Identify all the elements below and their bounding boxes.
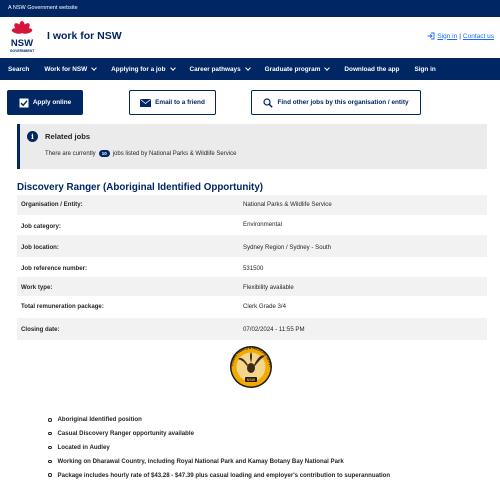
- related-jobs-text: There are currently 10 jobs listed by Na…: [45, 150, 236, 157]
- job-detail-value: Environmental: [243, 221, 282, 228]
- logo-subtext: GOVERNMENT: [10, 49, 35, 53]
- nav-item-career-pathways[interactable]: Career pathways: [189, 64, 251, 73]
- nav-item-label: Career pathways: [189, 65, 241, 73]
- job-detail-row: Organisation / Entity: National Parks & …: [17, 195, 487, 215]
- job-detail-label: Total remuneration package:: [21, 303, 104, 310]
- apply-online-label: Apply online: [32, 99, 72, 106]
- email-to-friend-button[interactable]: Email to a friend: [129, 90, 216, 115]
- job-detail-label: Job category:: [21, 223, 61, 230]
- email-to-friend-label: Email to a friend: [155, 99, 205, 106]
- list-item: Package includes hourly rate of $43.28 -…: [48, 468, 390, 482]
- nsw-government-logo[interactable]: NSW GOVERNMENT: [6, 20, 38, 54]
- job-highlights-list: Aboriginal Identified position Casual Di…: [48, 413, 390, 482]
- chevron-down-icon: [169, 64, 176, 71]
- info-icon: i: [27, 131, 38, 142]
- nav-item-label: Graduate program: [264, 65, 321, 73]
- related-jobs-count-badge[interactable]: 10: [98, 150, 110, 157]
- job-detail-label: Job location:: [21, 244, 59, 251]
- job-detail-row: Job location: Sydney Region / Sydney - S…: [17, 235, 487, 257]
- job-detail-label: Closing date:: [21, 326, 60, 333]
- government-banner-text: A NSW Government website: [8, 5, 78, 11]
- job-details-table: Organisation / Entity: National Parks & …: [17, 195, 487, 340]
- job-detail-label: Organisation / Entity:: [21, 201, 83, 208]
- bullet-icon: [48, 473, 52, 477]
- job-detail-row: Work type: Flexibility available: [17, 277, 487, 296]
- job-detail-row: Closing date: 07/02/2024 - 11:55 PM: [17, 318, 487, 340]
- bullet-icon: [48, 459, 52, 464]
- job-detail-row: Job category: Environmental: [17, 215, 487, 235]
- chevron-down-icon: [91, 64, 98, 71]
- npws-emblem: NATIONAL PARKS & WILDLIFE SERVICE NSW: [223, 340, 278, 389]
- site-title[interactable]: I work for NSW: [47, 30, 122, 42]
- job-detail-value: National Parks & Wildlife Service: [243, 201, 332, 208]
- checkbox-check-icon: [19, 98, 29, 107]
- bullet-icon: [48, 431, 52, 436]
- list-item-text: Working on Dharawal Country, including R…: [57, 457, 344, 465]
- list-item-text: Aboriginal Identified position: [57, 416, 142, 424]
- list-item: Working on Dharawal Country, including R…: [48, 454, 390, 468]
- sign-in-icon: [427, 32, 435, 40]
- nav-item-label: Applying for a job: [111, 65, 166, 73]
- site-header: NSW GOVERNMENT I work for NSW Sign in | …: [0, 17, 500, 56]
- job-detail-label: Job reference number:: [21, 265, 88, 272]
- related-jobs-text-after: jobs listed by National Parks & Wildlife…: [112, 150, 237, 157]
- nav-item-applying-for-a-job[interactable]: Applying for a job: [111, 64, 176, 73]
- nav-item-label: Download the app: [344, 65, 400, 73]
- find-other-jobs-label: Find other jobs by this organisation / e…: [277, 99, 409, 106]
- government-banner: A NSW Government website: [0, 0, 500, 17]
- chevron-down-icon: [244, 64, 251, 71]
- bullet-icon: [48, 418, 52, 422]
- logo-wordmark: NSW: [11, 38, 33, 49]
- list-item: Aboriginal Identified position: [48, 413, 390, 427]
- search-icon: [263, 97, 274, 108]
- contact-us-link[interactable]: Contact us: [463, 33, 494, 40]
- bullet-icon: [48, 445, 52, 450]
- list-item-text: Package includes hourly rate of $43.28 -…: [57, 471, 391, 479]
- sign-in-link[interactable]: Sign in: [437, 33, 457, 40]
- chevron-down-icon: [324, 64, 331, 71]
- nav-item-label: Sign in: [414, 65, 436, 73]
- nav-item-label: Work for NSW: [44, 65, 88, 73]
- list-item-text: Located in Audley: [57, 443, 110, 451]
- job-detail-value: Sydney Region / Sydney - South: [243, 244, 332, 251]
- header-links: Sign in | Contact us: [427, 32, 494, 40]
- list-item-text: Casual Discovery Ranger opportunity avai…: [57, 430, 194, 438]
- nav-item-graduate-program[interactable]: Graduate program: [264, 64, 331, 73]
- job-detail-row: Total remuneration package: Clerk Grade …: [17, 296, 487, 318]
- job-detail-value: 531500: [243, 265, 264, 272]
- main-navigation: Search Work for NSW Applying for a job C…: [0, 58, 500, 80]
- nav-item-download-the-app[interactable]: Download the app: [344, 66, 399, 73]
- job-detail-row: Job reference number: 531500: [17, 257, 487, 277]
- nav-item-label: Search: [8, 65, 30, 73]
- related-jobs-panel: i Related jobs There are currently 10 jo…: [17, 124, 487, 169]
- job-detail-label: Work type:: [21, 284, 53, 291]
- list-item: Casual Discovery Ranger opportunity avai…: [48, 427, 390, 441]
- emblem-base-text: NSW: [247, 378, 256, 382]
- find-other-jobs-button[interactable]: Find other jobs by this organisation / e…: [251, 90, 421, 115]
- envelope-icon: [140, 98, 152, 107]
- related-jobs-title: Related jobs: [45, 132, 91, 141]
- header-link-separator: |: [459, 32, 461, 40]
- list-item: Located in Audley: [48, 441, 390, 455]
- job-detail-value: Flexibility available: [243, 284, 294, 291]
- nav-item-work-for-nsw[interactable]: Work for NSW: [44, 64, 98, 73]
- related-jobs-text-before: There are currently: [45, 150, 96, 157]
- nav-item-search[interactable]: Search: [8, 66, 29, 73]
- job-detail-value: Clerk Grade 3/4: [243, 303, 287, 310]
- apply-online-button[interactable]: Apply online: [7, 90, 83, 115]
- job-title: Discovery Ranger (Aboriginal Identified …: [17, 182, 264, 193]
- job-detail-value: 07/02/2024 - 11:55 PM: [243, 326, 305, 333]
- nav-item-sign-in[interactable]: Sign in: [414, 66, 435, 73]
